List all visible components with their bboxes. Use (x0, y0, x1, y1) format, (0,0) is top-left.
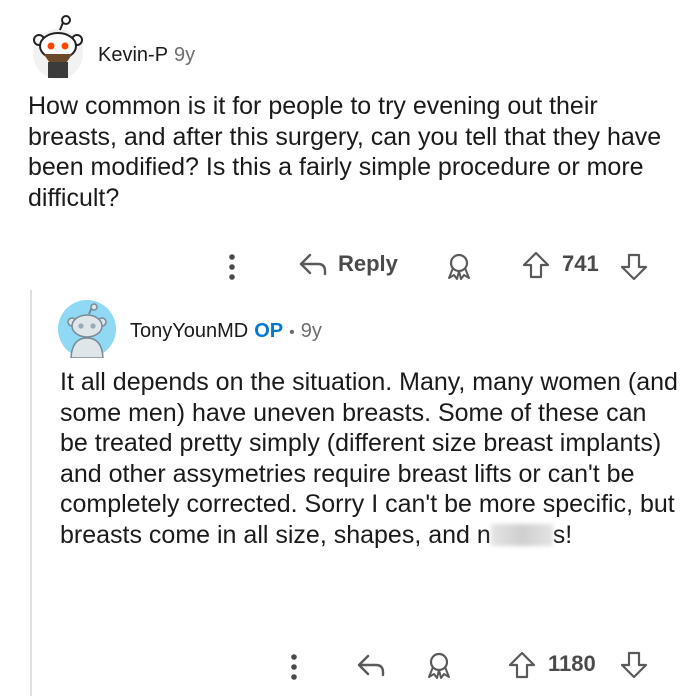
more-dots-icon[interactable] (225, 252, 239, 282)
censored-word (490, 523, 553, 546)
avatar[interactable] (58, 300, 116, 359)
comment-body-tail-start: n (476, 520, 491, 549)
comment-age: 9y (300, 320, 322, 342)
award-icon[interactable] (424, 651, 454, 679)
comment-header: TonyYounMD OP • 9y (130, 320, 322, 343)
op-badge: OP (254, 320, 284, 342)
comment-body: How common is it for people to try eveni… (28, 92, 662, 212)
separator-dot: • (289, 324, 295, 341)
comment-body-tail-end: s! (552, 520, 573, 549)
thread-line[interactable] (30, 290, 32, 696)
comment-header: Kevin-P 9y (98, 44, 195, 67)
comment-age: 9y (174, 44, 196, 66)
reply-arrow-icon[interactable] (356, 652, 386, 678)
comment-actions: 1180 (0, 648, 700, 686)
downvote-icon[interactable] (620, 650, 648, 680)
author-name[interactable]: Kevin-P (98, 44, 168, 67)
award-icon[interactable] (444, 252, 474, 280)
comment-actions: Reply 741 (0, 246, 700, 284)
author-name[interactable]: TonyYounMD (130, 320, 248, 343)
vote-count: 741 (562, 251, 599, 276)
upvote-icon[interactable] (522, 250, 550, 280)
reply-button[interactable]: Reply (298, 251, 398, 277)
vote-count: 1180 (548, 651, 596, 676)
reply-label: Reply (338, 251, 398, 276)
comment-body-main: It all depends on the situation. Many, m… (60, 368, 678, 549)
upvote-icon[interactable] (508, 650, 536, 680)
reply-arrow-icon (298, 251, 328, 277)
downvote-icon[interactable] (620, 252, 648, 282)
more-dots-icon[interactable] (287, 652, 301, 682)
comment-body: It all depends on the situation. Many, m… (60, 367, 680, 550)
avatar[interactable] (30, 14, 86, 80)
